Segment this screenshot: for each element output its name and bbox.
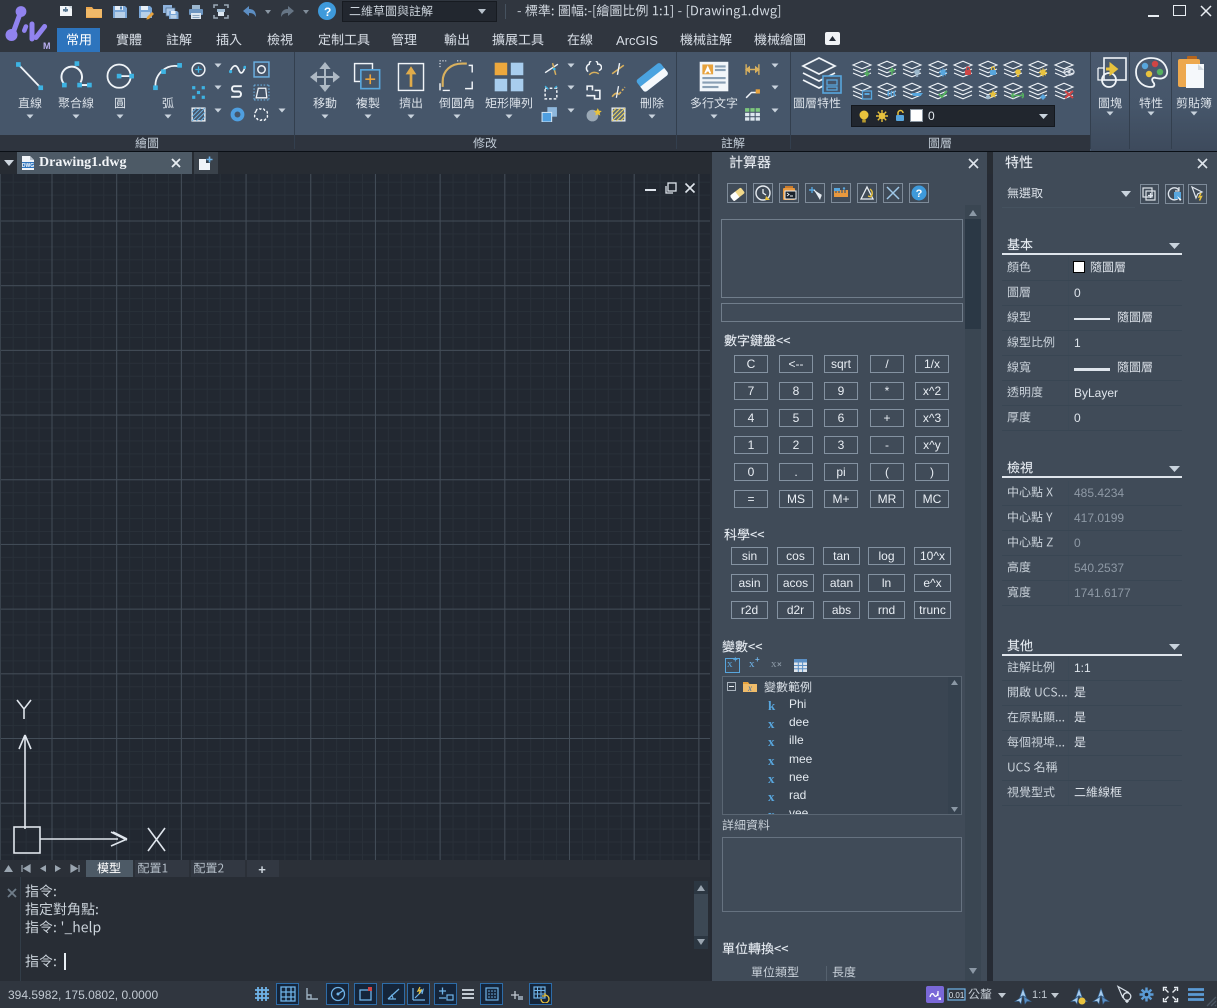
svg-text:?: ? (916, 188, 923, 200)
svg-text:DWG: DWG (22, 163, 34, 169)
svg-text:x: x (747, 683, 752, 693)
svg-text:M: M (43, 41, 51, 51)
svg-text:0.01: 0.01 (949, 991, 965, 1000)
